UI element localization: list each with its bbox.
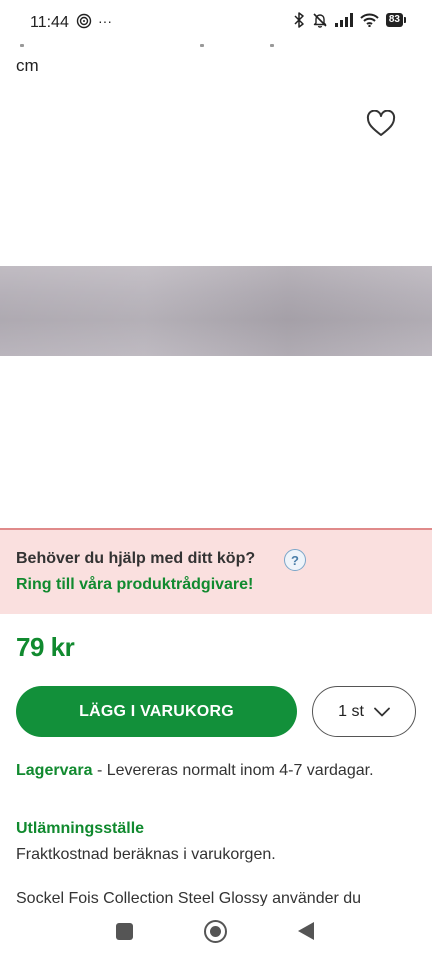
clipped-dimension-text: cm xyxy=(16,56,39,75)
help-icon[interactable]: ? xyxy=(284,549,306,571)
heart-icon xyxy=(366,110,396,136)
favorite-button[interactable] xyxy=(365,108,397,140)
product-price: 79 kr xyxy=(16,632,75,662)
quantity-select[interactable]: 1 st xyxy=(312,686,416,737)
battery-level: 83 xyxy=(385,13,403,27)
status-bar: 11:44 ··· 83 xyxy=(0,0,432,46)
signal-icon xyxy=(334,13,353,27)
pickup-title: Utlämningsställe xyxy=(16,820,145,837)
status-left-icons: ··· xyxy=(76,13,112,29)
focus-icon xyxy=(76,13,92,29)
system-navigation-bar xyxy=(0,906,432,960)
help-banner: Behöver du hjälp med ditt köp? ? Ring ti… xyxy=(0,528,432,614)
product-image xyxy=(0,266,432,356)
call-advisor-link[interactable]: Ring till våra produktrådgivare! xyxy=(16,576,253,594)
help-question: Behöver du hjälp med ditt köp? xyxy=(16,550,256,567)
quantity-value: 1 st xyxy=(338,702,364,720)
more-indicator: ··· xyxy=(98,13,112,29)
stock-delivery-text: - Levereras normalt inom 4-7 vardagar. xyxy=(92,762,374,779)
battery-icon: 83 xyxy=(385,13,406,27)
add-to-cart-button[interactable]: LÄGG I VARUKORG xyxy=(16,686,297,737)
clipped-text-remnant xyxy=(20,44,280,48)
stock-status: Lagervara - Levereras normalt inom 4-7 v… xyxy=(16,758,416,783)
stock-label: Lagervara xyxy=(16,762,93,779)
chevron-down-icon xyxy=(373,707,390,716)
bluetooth-icon xyxy=(294,12,304,28)
pickup-description: Fraktkostnad beräknas i varukorgen. xyxy=(16,846,276,863)
back-icon[interactable] xyxy=(298,922,314,940)
wifi-icon xyxy=(360,13,379,27)
muted-bell-icon xyxy=(313,13,327,28)
status-time: 11:44 xyxy=(30,14,69,31)
status-right-icons: 83 xyxy=(293,12,406,28)
recent-apps-icon[interactable] xyxy=(116,923,133,940)
home-icon[interactable] xyxy=(204,920,227,943)
